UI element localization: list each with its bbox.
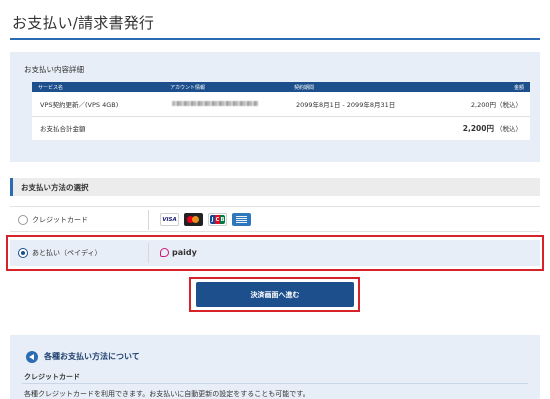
payment-method-heading: お支払い方法の選択 xyxy=(21,183,89,192)
total-amount-cell: 2,200円 （税込） xyxy=(440,116,530,140)
proceed-to-payment-button[interactable]: 決済画面へ進む xyxy=(196,282,354,307)
contract-period-cell: 2099年8月1日 - 2099年8月31日 xyxy=(288,92,440,117)
payment-method-heading-bar: お支払い方法の選択 xyxy=(10,178,540,196)
amount-cell: 2,200円（税込） xyxy=(440,92,530,117)
visa-icon: VISA xyxy=(160,213,179,226)
payment-option-paidy[interactable]: あと払い（ペイディ） paidy xyxy=(10,240,540,266)
paidy-icon xyxy=(160,248,169,257)
amex-icon xyxy=(232,213,251,226)
payment-option-credit-card[interactable]: クレジットカード VISA JCB xyxy=(10,206,540,232)
paidy-label: あと払い（ペイディ） xyxy=(32,249,102,257)
total-tax-note: （税込） xyxy=(496,124,522,133)
option-divider xyxy=(148,243,149,263)
radio-paidy[interactable] xyxy=(18,248,28,258)
table-header-row: サービス名 アカウント情報 契約期間 金額 xyxy=(32,82,530,92)
payment-info-title: 各種お支払い方法について xyxy=(44,352,140,361)
credit-card-info-text: 各種クレジットカードを利用できます。お支払いに自動更新の設定をすることも可能です… xyxy=(24,390,310,398)
payment-details-heading: お支払い内容詳細 xyxy=(24,65,84,74)
payment-details-table: サービス名 アカウント情報 契約期間 金額 VPS契約更新／(VPS 4GB) … xyxy=(32,82,530,140)
column-header-amount: 金額 xyxy=(440,82,530,92)
option-divider xyxy=(148,210,149,230)
jcb-icon: JCB xyxy=(208,213,227,226)
mastercard-icon xyxy=(184,213,203,226)
credit-card-label: クレジットカード xyxy=(32,216,88,224)
total-row: お支払合計金額 2,200円 （税込） xyxy=(32,116,530,140)
radio-credit-card[interactable] xyxy=(18,215,28,225)
table-row: VPS契約更新／(VPS 4GB) 2099年8月1日 - 2099年8月31日… xyxy=(32,92,530,117)
paidy-logo-text: paidy xyxy=(172,248,197,257)
credit-card-info-heading: クレジットカード xyxy=(24,373,80,381)
info-divider xyxy=(22,383,528,384)
payment-info-panel: 各種お支払い方法について クレジットカード 各種クレジットカードを利用できます。… xyxy=(10,335,540,399)
account-info-cell xyxy=(164,92,288,117)
total-label: お支払合計金額 xyxy=(40,125,86,134)
service-name-cell: VPS契約更新／(VPS 4GB) xyxy=(32,92,164,117)
column-header-period: 契約期間 xyxy=(288,82,440,92)
payment-details-panel: お支払い内容詳細 サービス名 アカウント情報 契約期間 金額 VPS契約更新／(… xyxy=(10,52,540,162)
card-brand-logos: VISA JCB xyxy=(160,213,251,227)
paidy-logo: paidy xyxy=(160,248,197,257)
redacted-account-info xyxy=(172,101,258,107)
column-header-service: サービス名 xyxy=(32,82,164,92)
total-amount: 2,200円 xyxy=(462,123,494,133)
column-header-account: アカウント情報 xyxy=(164,82,288,92)
chevron-left-circle-icon xyxy=(26,351,38,363)
page-title: お支払い/請求書発行 xyxy=(12,14,155,32)
title-divider xyxy=(10,38,540,40)
